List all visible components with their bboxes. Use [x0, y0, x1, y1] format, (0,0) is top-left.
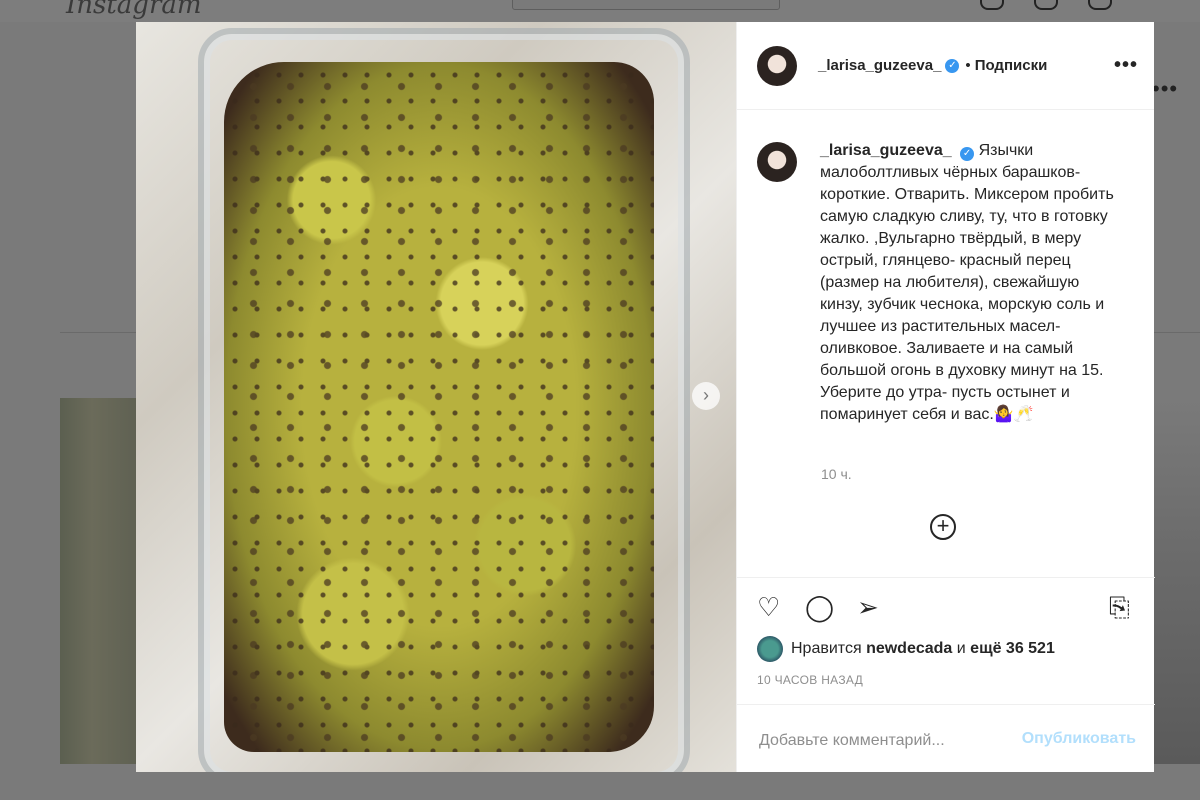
background-nav-icons	[980, 0, 1142, 15]
caption-timestamp: 10 ч.	[821, 466, 852, 482]
background-search	[512, 0, 780, 10]
background-more-icon: •••	[1152, 76, 1179, 101]
post-sidebar: _larisa_guzeeva_ ✓ • Подписки ••• _laris…	[736, 22, 1155, 772]
post-modal: › _larisa_guzeeva_ ✓ • Подписки ••• _lar…	[136, 22, 1155, 772]
likes-middle: и	[956, 640, 966, 657]
chevron-right-icon[interactable]: ›	[692, 382, 720, 410]
likes-user[interactable]: newdecada	[866, 640, 952, 658]
post-timestamp: 10 ЧАСОВ НАЗАД	[757, 673, 864, 687]
post-header: _larisa_guzeeva_ ✓ • Подписки •••	[737, 22, 1154, 110]
background-thumbnail-right	[1154, 398, 1200, 764]
background-thumbnail-left	[60, 398, 140, 764]
publish-button[interactable]: Опубликовать	[1022, 730, 1136, 748]
food-texture	[224, 62, 654, 752]
caption-author-username[interactable]: _larisa_guzeeva_	[820, 142, 952, 159]
heart-icon[interactable]: ♡	[757, 592, 780, 623]
bookmark-icon[interactable]: ⎘	[1109, 592, 1130, 624]
verified-badge-icon: ✓	[945, 58, 960, 73]
instagram-logo: Instagram	[66, 0, 202, 20]
likes-prefix: Нравится	[791, 640, 862, 657]
following-button[interactable]: Подписки	[975, 57, 1048, 74]
caption-author-avatar[interactable]	[757, 142, 797, 182]
plus-circle-icon[interactable]: +	[930, 514, 956, 540]
comment-icon[interactable]: ◯	[805, 592, 834, 623]
likes-count[interactable]: ещё 36 521	[970, 640, 1055, 658]
author-avatar[interactable]	[757, 45, 797, 86]
author-username[interactable]: _larisa_guzeeva_	[818, 57, 941, 74]
action-bar: ♡ ◯ ➢ ⎘	[757, 592, 1137, 624]
comment-input[interactable]	[757, 728, 1011, 754]
follow-separator: •	[965, 57, 971, 74]
caption-block: _larisa_guzeeva_ ✓ Язычки малоболтливых …	[757, 140, 1137, 426]
comment-divider	[737, 704, 1155, 705]
actions-divider	[737, 577, 1155, 578]
liker-avatar[interactable]	[757, 636, 783, 662]
share-icon[interactable]: ➢	[857, 592, 879, 623]
caption-text: _larisa_guzeeva_ ✓ Язычки малоболтливых …	[820, 140, 1120, 426]
caption-body: Язычки малоболтливых чёрных барашков- ко…	[820, 142, 1114, 423]
likes-summary: Нравится newdecada и ещё 36 521	[757, 636, 1055, 662]
verified-badge-icon: ✓	[960, 147, 975, 161]
more-options-icon[interactable]: •••	[1114, 54, 1138, 77]
post-photo[interactable]: ›	[136, 22, 736, 772]
